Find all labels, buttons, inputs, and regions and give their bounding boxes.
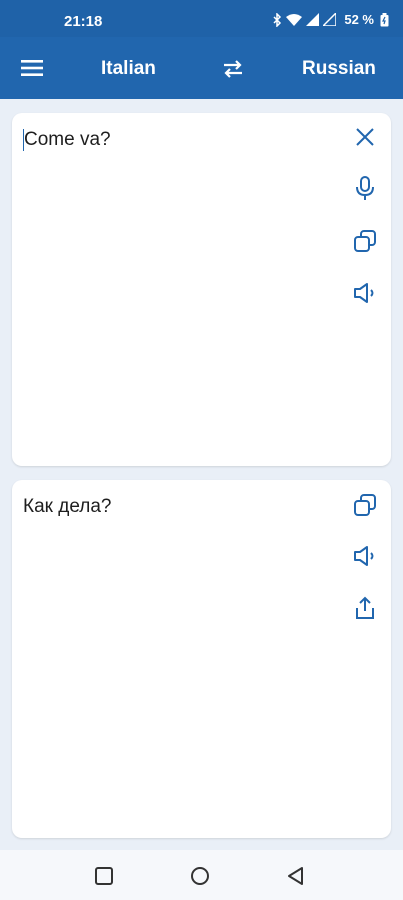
status-time: 21:18: [64, 13, 103, 30]
microphone-icon: [356, 176, 374, 200]
speaker-icon: [354, 283, 374, 303]
navigation-bar: [0, 850, 403, 900]
copy-icon: [354, 494, 376, 516]
copy-button[interactable]: [351, 491, 379, 519]
home-button[interactable]: [190, 866, 210, 886]
share-icon: [356, 596, 374, 619]
battery-icon: [380, 12, 389, 26]
output-card: Как дела?: [12, 480, 391, 838]
microphone-button[interactable]: [351, 174, 379, 202]
input-card[interactable]: Come va?: [12, 113, 391, 466]
battery-percentage: 52 %: [344, 12, 374, 27]
swap-icon[interactable]: [220, 56, 246, 82]
clear-button[interactable]: [351, 123, 379, 151]
status-bar: 21:18 52 %: [0, 0, 403, 37]
status-icons: 52 %: [272, 12, 389, 27]
app-bar: Italian Russian: [0, 37, 403, 99]
output-text: Как дела?: [23, 496, 112, 517]
back-button[interactable]: [286, 866, 306, 886]
target-language-button[interactable]: Russian: [302, 58, 376, 80]
close-icon: [356, 128, 374, 146]
speaker-icon: [354, 546, 374, 566]
copy-icon: [354, 230, 376, 252]
bluetooth-icon: [273, 12, 282, 27]
recents-button[interactable]: [94, 866, 114, 886]
share-button[interactable]: [351, 594, 379, 622]
source-language-button[interactable]: Italian: [101, 58, 156, 80]
signal-icon: [323, 13, 337, 26]
wifi-icon: [286, 14, 303, 26]
input-text[interactable]: Come va?: [23, 129, 111, 151]
speaker-button[interactable]: [351, 542, 379, 570]
signal-icon: [306, 13, 320, 26]
speaker-button[interactable]: [351, 279, 379, 307]
copy-button[interactable]: [351, 227, 379, 255]
menu-icon[interactable]: [21, 58, 43, 78]
